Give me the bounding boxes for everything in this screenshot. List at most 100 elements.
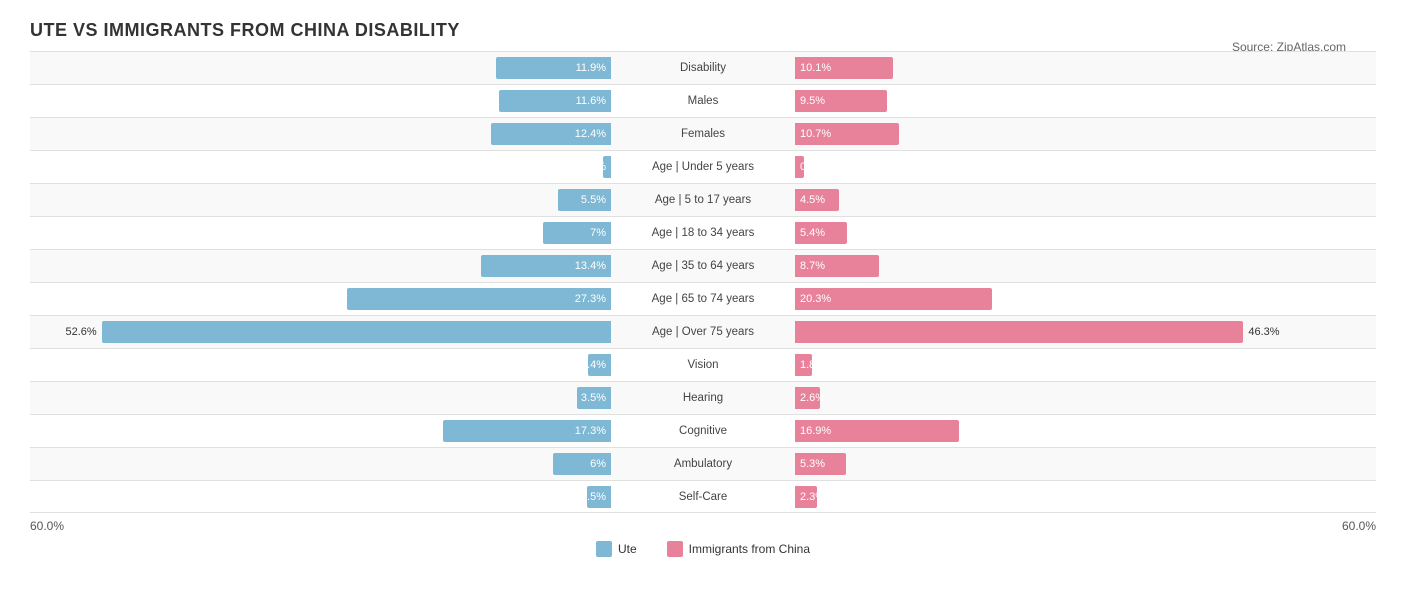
bar-row: 0.86% Age | Under 5 years 0.96% bbox=[30, 150, 1376, 183]
china-value: 16.9% bbox=[800, 425, 831, 437]
ute-value: 13.4% bbox=[575, 260, 606, 272]
row-label: Age | Over 75 years bbox=[613, 326, 793, 338]
bar-ute: 2.5% bbox=[587, 486, 611, 508]
legend-label-china: Immigrants from China bbox=[689, 542, 810, 556]
bar-china: 9.5% bbox=[795, 90, 887, 112]
bar-ute: 2.4% bbox=[588, 354, 611, 376]
bar-china: 10.7% bbox=[795, 123, 899, 145]
china-value: 20.3% bbox=[800, 293, 831, 305]
left-section: 6% bbox=[30, 448, 613, 480]
right-section: 10.1% bbox=[793, 52, 1376, 84]
right-section: 10.7% bbox=[793, 118, 1376, 150]
bar-row: 5.5% Age | 5 to 17 years 4.5% bbox=[30, 183, 1376, 216]
bar-ute: 3.5% bbox=[577, 387, 611, 409]
axis-left: 60.0% bbox=[30, 519, 64, 533]
bar-china: 8.7% bbox=[795, 255, 879, 277]
ute-value: 6% bbox=[590, 458, 606, 470]
left-section: 3.5% bbox=[30, 382, 613, 414]
bar-china: 4.5% bbox=[795, 189, 839, 211]
bar-ute bbox=[102, 321, 611, 343]
left-section: 7% bbox=[30, 217, 613, 249]
left-section: 11.9% bbox=[30, 52, 613, 84]
left-section: 11.6% bbox=[30, 85, 613, 117]
china-value: 10.7% bbox=[800, 128, 831, 140]
row-label: Males bbox=[613, 95, 793, 107]
ute-value: 12.4% bbox=[575, 128, 606, 140]
right-section: 16.9% bbox=[793, 415, 1376, 447]
right-section: 0.96% bbox=[793, 151, 1376, 183]
china-value: 5.4% bbox=[800, 227, 825, 239]
axis-labels: 60.0% 60.0% bbox=[30, 519, 1376, 533]
row-label: Hearing bbox=[613, 392, 793, 404]
chart-title: UTE VS IMMIGRANTS FROM CHINA DISABILITY bbox=[30, 20, 1376, 41]
right-section: 5.3% bbox=[793, 448, 1376, 480]
row-label: Age | Under 5 years bbox=[613, 161, 793, 173]
china-value: 10.1% bbox=[800, 62, 831, 74]
row-label: Females bbox=[613, 128, 793, 140]
bar-row: 6% Ambulatory 5.3% bbox=[30, 447, 1376, 480]
bar-china: 5.4% bbox=[795, 222, 847, 244]
china-value: 4.5% bbox=[800, 194, 825, 206]
bar-ute: 5.5% bbox=[558, 189, 611, 211]
left-section: 17.3% bbox=[30, 415, 613, 447]
bar-ute: 0.86% bbox=[603, 156, 611, 178]
ute-value: 17.3% bbox=[575, 425, 606, 437]
bar-row: 13.4% Age | 35 to 64 years 8.7% bbox=[30, 249, 1376, 282]
bar-row: 2.4% Vision 1.8% bbox=[30, 348, 1376, 381]
china-value: 8.7% bbox=[800, 260, 825, 272]
bar-china: 0.96% bbox=[795, 156, 804, 178]
legend-swatch-china bbox=[667, 541, 683, 557]
row-label: Cognitive bbox=[613, 425, 793, 437]
bar-ute: 6% bbox=[553, 453, 611, 475]
left-section: 52.6% bbox=[30, 316, 613, 348]
chart-area: 11.9% Disability 10.1% 11.6% Males 9.5% bbox=[30, 51, 1376, 513]
left-section: 13.4% bbox=[30, 250, 613, 282]
right-section: 2.3% bbox=[793, 481, 1376, 512]
ute-value: 0.86% bbox=[575, 161, 606, 173]
china-value: 2.3% bbox=[800, 491, 825, 503]
row-label: Vision bbox=[613, 359, 793, 371]
right-section: 8.7% bbox=[793, 250, 1376, 282]
legend-item-china: Immigrants from China bbox=[667, 541, 810, 557]
legend: Ute Immigrants from China bbox=[30, 541, 1376, 557]
left-section: 27.3% bbox=[30, 283, 613, 315]
china-value: 2.6% bbox=[800, 392, 825, 404]
ute-value: 2.4% bbox=[581, 359, 606, 371]
bar-ute: 17.3% bbox=[443, 420, 611, 442]
ute-value: 27.3% bbox=[575, 293, 606, 305]
ute-value: 7% bbox=[590, 227, 606, 239]
left-section: 5.5% bbox=[30, 184, 613, 216]
bar-row: 11.9% Disability 10.1% bbox=[30, 51, 1376, 84]
bar-row: 27.3% Age | 65 to 74 years 20.3% bbox=[30, 282, 1376, 315]
ute-value-outside: 52.6% bbox=[65, 326, 96, 338]
bar-china: 2.3% bbox=[795, 486, 817, 508]
bar-ute: 11.6% bbox=[499, 90, 611, 112]
bar-ute: 27.3% bbox=[347, 288, 611, 310]
axis-right: 60.0% bbox=[1342, 519, 1376, 533]
row-label: Age | 65 to 74 years bbox=[613, 293, 793, 305]
right-section: 20.3% bbox=[793, 283, 1376, 315]
ute-value: 5.5% bbox=[581, 194, 606, 206]
bar-china: 20.3% bbox=[795, 288, 992, 310]
ute-value: 11.6% bbox=[576, 95, 606, 107]
right-section: 9.5% bbox=[793, 85, 1376, 117]
left-section: 2.5% bbox=[30, 481, 613, 512]
bar-row: 12.4% Females 10.7% bbox=[30, 117, 1376, 150]
bar-row: 7% Age | 18 to 34 years 5.4% bbox=[30, 216, 1376, 249]
left-section: 2.4% bbox=[30, 349, 613, 381]
left-section: 0.86% bbox=[30, 151, 613, 183]
row-label: Self-Care bbox=[613, 491, 793, 503]
bar-china: 16.9% bbox=[795, 420, 959, 442]
right-section: 2.6% bbox=[793, 382, 1376, 414]
row-label: Age | 18 to 34 years bbox=[613, 227, 793, 239]
chart-container: 11.9% Disability 10.1% 11.6% Males 9.5% bbox=[30, 51, 1376, 557]
bar-row: 11.6% Males 9.5% bbox=[30, 84, 1376, 117]
row-label: Ambulatory bbox=[613, 458, 793, 470]
bar-ute: 13.4% bbox=[481, 255, 611, 277]
china-value-outside: 46.3% bbox=[1248, 326, 1279, 338]
legend-label-ute: Ute bbox=[618, 542, 637, 556]
bar-row: 2.5% Self-Care 2.3% bbox=[30, 480, 1376, 513]
row-label: Age | 5 to 17 years bbox=[613, 194, 793, 206]
right-section: 46.3% bbox=[793, 316, 1376, 348]
right-section: 5.4% bbox=[793, 217, 1376, 249]
